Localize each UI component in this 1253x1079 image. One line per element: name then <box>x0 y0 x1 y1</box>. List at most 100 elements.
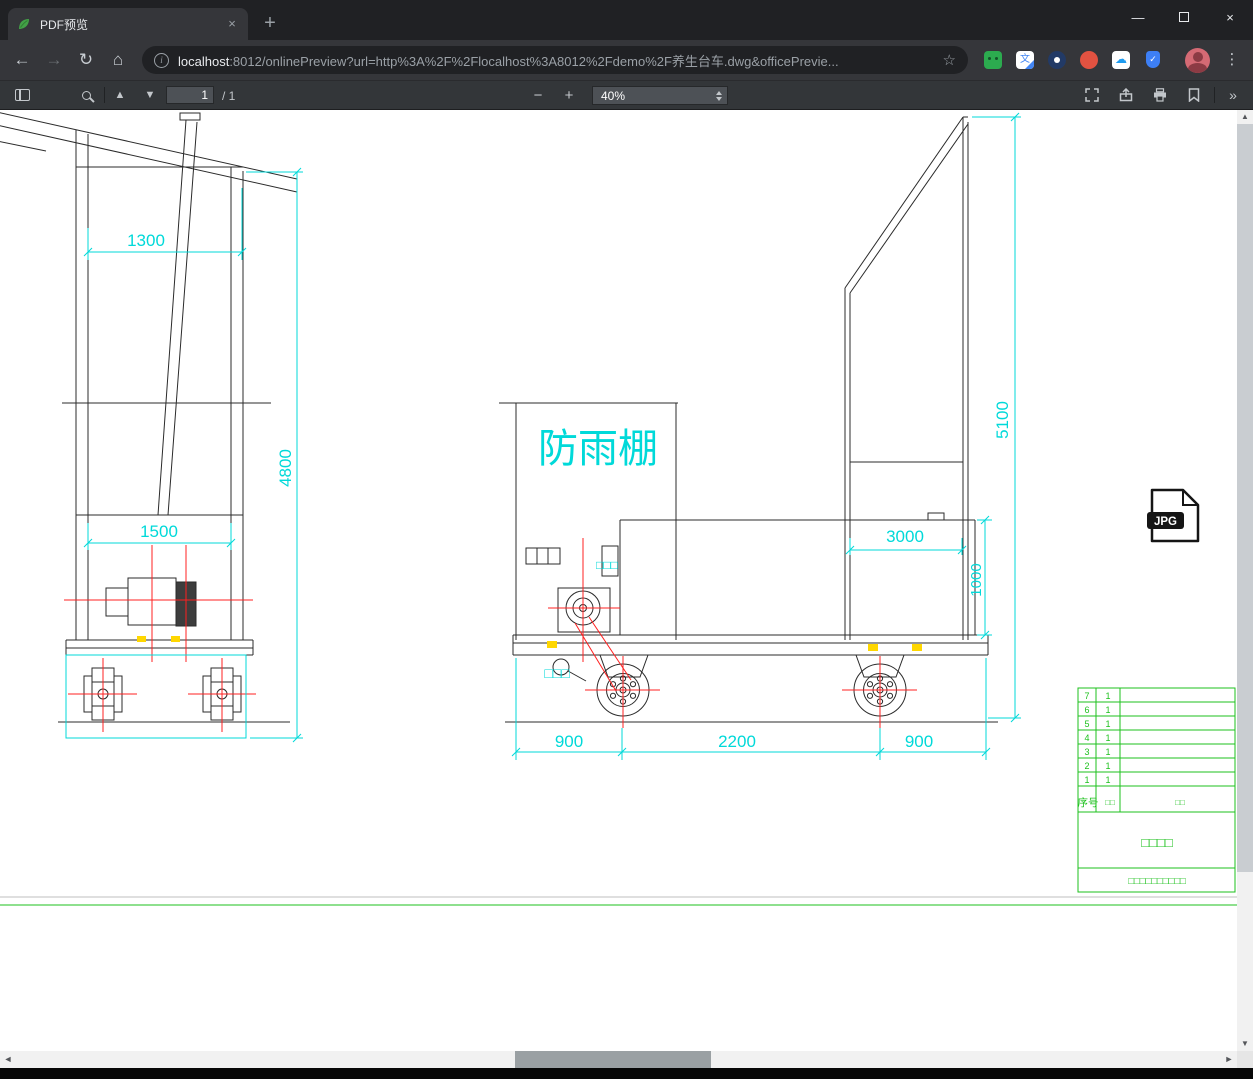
zoom-level-value: 40% <box>601 88 626 103</box>
tb-header-name: □□ <box>1105 798 1115 807</box>
dim-2200-label: 2200 <box>718 732 756 751</box>
tb-row-no: 1 <box>1084 775 1089 785</box>
forward-icon[interactable]: → <box>40 46 68 74</box>
address-bar: ← → ↻ ⌂ i localhost:8012/onlinePreview?u… <box>0 40 1253 81</box>
url-host: localhost <box>178 53 230 69</box>
zoom-in-button[interactable]: + <box>558 81 580 109</box>
tb-row-qty: 1 <box>1105 705 1110 715</box>
tb-row-no: 5 <box>1084 719 1089 729</box>
horizontal-scroll-thumb[interactable] <box>515 1051 711 1068</box>
reload-icon[interactable]: ↻ <box>72 46 100 74</box>
tb-header-remark: □□ <box>1175 798 1185 807</box>
tb-row-no: 3 <box>1084 747 1089 757</box>
sidebar-toggle-icon <box>14 89 30 101</box>
spinner-up-icon <box>716 90 722 95</box>
dim-1000-label: 1000 <box>968 563 985 596</box>
maximize-button[interactable] <box>1161 0 1207 34</box>
tab-pdf-preview[interactable]: PDF预览 × <box>8 8 248 40</box>
new-tab-button[interactable]: + <box>257 11 283 37</box>
more-tools-button[interactable]: » <box>1222 81 1244 109</box>
dim-4800-label: 4800 <box>276 449 295 487</box>
presentation-mode-icon <box>1085 88 1099 102</box>
tb-drawing-number: □□□□□□□□□□ <box>1128 876 1186 887</box>
extension-icon-4[interactable] <box>1080 51 1098 69</box>
search-button[interactable] <box>74 81 98 109</box>
print-button[interactable] <box>1148 81 1172 109</box>
vertical-scroll-thumb[interactable] <box>1237 124 1253 872</box>
back-icon[interactable]: ← <box>8 46 36 74</box>
dim-1300-label: 1300 <box>127 231 165 250</box>
url-text: localhost:8012/onlinePreview?url=http%3A… <box>178 51 934 70</box>
window-controls: — × <box>1115 0 1253 40</box>
extension-icon-1[interactable] <box>984 51 1002 69</box>
toolbar-separator <box>104 87 105 103</box>
close-button[interactable]: × <box>1207 0 1253 34</box>
tb-row-qty: 1 <box>1105 733 1110 743</box>
dim-900-left-label: 900 <box>555 732 583 751</box>
small-annotation-b: □□□ <box>544 665 570 681</box>
tb-drawing-title: □□□□ <box>1141 835 1173 850</box>
extension-icon-6-shield[interactable]: ✓ <box>1146 51 1160 68</box>
home-icon[interactable]: ⌂ <box>104 46 132 74</box>
minimize-button[interactable]: — <box>1115 0 1161 34</box>
tb-row-qty: 1 <box>1105 719 1110 729</box>
tb-row-qty: 1 <box>1105 761 1110 771</box>
extension-icon-5-cloud[interactable]: ☁ <box>1112 51 1130 69</box>
tb-row-no: 7 <box>1084 691 1089 701</box>
jpg-label: JPG <box>1154 516 1177 528</box>
scroll-right-icon[interactable]: ► <box>1221 1051 1237 1068</box>
dim-900-right-label: 900 <box>905 732 933 751</box>
tab-title: PDF预览 <box>40 17 89 32</box>
extension-icon-2-translate[interactable]: 文 <box>1016 51 1034 69</box>
sheet-border-lines <box>0 896 1237 906</box>
front-view-geometry <box>0 112 298 723</box>
tab-close-icon[interactable]: × <box>224 16 240 32</box>
url-path: :8012/onlinePreview?url=http%3A%2F%2Floc… <box>229 53 839 69</box>
side-view-geometry <box>499 116 998 723</box>
avatar-head <box>1192 52 1203 62</box>
tb-row-no: 2 <box>1084 761 1089 771</box>
previous-page-button[interactable]: ▲ <box>108 81 132 109</box>
zoom-select-spinner <box>716 90 722 101</box>
maximize-icon <box>1179 12 1189 22</box>
dimension-labels: 1300 4800 1500 防雨棚 5100 3000 1000 900 22… <box>127 231 1012 751</box>
next-page-button[interactable]: ▼ <box>138 81 162 109</box>
url-bar[interactable]: i localhost:8012/onlinePreview?url=http%… <box>142 46 968 74</box>
favicon-leaf-icon <box>16 16 32 32</box>
open-file-button[interactable] <box>1114 81 1138 109</box>
print-icon <box>1154 88 1166 102</box>
zoom-select[interactable]: 40% <box>592 86 728 105</box>
dim-3000-label: 3000 <box>886 527 924 546</box>
window-bottom-edge <box>0 1068 1253 1079</box>
open-file-icon <box>1119 88 1133 102</box>
current-view-button[interactable] <box>1182 81 1206 109</box>
spinner-down-icon <box>716 96 722 101</box>
scroll-up-icon[interactable]: ▲ <box>1237 110 1253 124</box>
canopy-label: 防雨棚 <box>538 427 658 471</box>
pdf-page-viewport: 1300 4800 1500 防雨棚 5100 3000 1000 900 22… <box>0 110 1253 1079</box>
zoom-out-button[interactable]: − <box>527 81 549 109</box>
dim-1500-label: 1500 <box>140 522 178 541</box>
page-count-label: / 1 <box>222 89 236 103</box>
bookmark-star-icon[interactable]: ☆ <box>943 51 956 69</box>
sidebar-toggle-button[interactable] <box>10 81 34 109</box>
site-info-icon[interactable]: i <box>154 52 169 68</box>
avatar-body <box>1188 63 1207 73</box>
page-number-input[interactable] <box>166 86 214 104</box>
tb-row-qty: 1 <box>1105 747 1110 757</box>
tb-header-no: 序号 <box>1078 796 1099 809</box>
tb-row-qty: 1 <box>1105 691 1110 701</box>
scroll-left-icon[interactable]: ◄ <box>0 1051 16 1068</box>
search-icon <box>81 90 91 100</box>
presentation-mode-button[interactable] <box>1080 81 1104 109</box>
profile-avatar[interactable] <box>1185 48 1210 73</box>
cad-drawing-canvas: 1300 4800 1500 防雨棚 5100 3000 1000 900 22… <box>0 112 1237 906</box>
browser-menu-icon[interactable]: ⋮ <box>1222 49 1242 71</box>
scroll-down-icon[interactable]: ▼ <box>1237 1037 1253 1051</box>
scrollbar-corner <box>1237 1051 1253 1068</box>
extension-icon-3[interactable] <box>1048 51 1066 69</box>
tb-row-no: 6 <box>1084 705 1089 715</box>
horizontal-scrollbar[interactable]: ◄ ► <box>0 1051 1237 1068</box>
vertical-scrollbar[interactable]: ▲ ▼ <box>1237 110 1253 1051</box>
tb-row-no: 4 <box>1084 733 1089 743</box>
